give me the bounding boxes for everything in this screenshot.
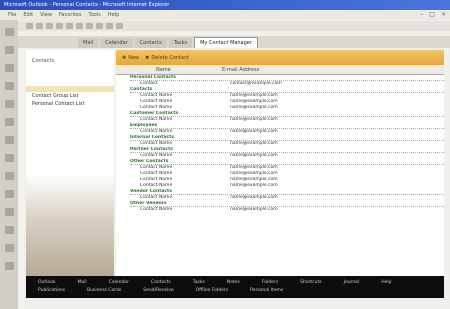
drafts-icon[interactable] bbox=[4, 172, 14, 180]
shortcuts-icon[interactable] bbox=[4, 244, 14, 252]
bottom-nav-item[interactable]: Business Cards bbox=[87, 287, 121, 295]
group-name: Customer Contacts bbox=[130, 111, 179, 116]
tab-my-contact-manager[interactable]: My Contact Manager bbox=[194, 37, 258, 48]
contact-rows: Personal Contacts Contact contact@example.… bbox=[116, 75, 444, 213]
sidebar-header: Contacts bbox=[32, 58, 55, 64]
contacts-action-bar: ✚ New ✖ Delete Contact bbox=[116, 50, 444, 65]
back-icon[interactable] bbox=[26, 23, 33, 29]
bottom-nav-item[interactable]: Calendar bbox=[109, 279, 129, 287]
window-titlebar: Microsoft Outlook - Personal Contacts - … bbox=[0, 0, 450, 10]
delete-contact-button[interactable]: ✖ Delete Contact bbox=[145, 55, 189, 61]
tasks-icon[interactable] bbox=[4, 100, 14, 108]
outbox-icon[interactable] bbox=[4, 190, 14, 198]
close-icon[interactable]: × bbox=[441, 11, 446, 18]
journal-icon[interactable] bbox=[4, 154, 14, 162]
bottom-nav-item[interactable]: Notes bbox=[227, 279, 240, 287]
history-icon[interactable] bbox=[96, 23, 103, 29]
left-icon-strip bbox=[0, 20, 18, 309]
menu-item-help[interactable]: Help bbox=[108, 12, 119, 18]
tab-calendar[interactable]: Calendar bbox=[100, 38, 133, 48]
sidebar-item-contact-group-list[interactable]: Contact Group List bbox=[26, 92, 114, 100]
contact-email: name@example.com bbox=[230, 117, 278, 122]
delete-label: Delete Contact bbox=[151, 54, 189, 61]
tab-contacts[interactable]: Contacts bbox=[134, 38, 167, 48]
other-shortcuts-icon[interactable] bbox=[4, 262, 14, 270]
search-icon[interactable] bbox=[76, 23, 83, 29]
new-icon: ✚ bbox=[122, 54, 127, 61]
delete-icon: ✖ bbox=[145, 54, 150, 61]
bottom-nav-item[interactable]: Outlook bbox=[38, 279, 56, 287]
bottom-navigation-bar: Outlook Mail Calendar Contacts Tasks Notes Fol… bbox=[26, 276, 444, 298]
folder-list-icon[interactable] bbox=[4, 226, 14, 234]
inbox-icon[interactable] bbox=[4, 46, 14, 54]
stop-icon[interactable] bbox=[46, 23, 53, 29]
group-name: Vendor Contacts bbox=[130, 189, 172, 194]
contact-email: name@example.com bbox=[230, 153, 278, 158]
bottom-nav-item[interactable]: Personal Items bbox=[250, 287, 283, 295]
outlook-today-icon[interactable] bbox=[4, 28, 14, 36]
group-name: Other Contacts bbox=[130, 159, 169, 164]
bottom-nav-item[interactable]: Journal bbox=[344, 279, 360, 287]
contact-email: contact@example.com bbox=[230, 81, 282, 86]
menu-item-favorites[interactable]: Favorites bbox=[59, 12, 82, 18]
menu-item-view[interactable]: View bbox=[40, 12, 52, 18]
contact-email: name@example.com bbox=[230, 195, 278, 200]
sidebar-item-personal-contact-list[interactable]: Personal Contact List bbox=[26, 100, 114, 108]
menu-bar: File Edit View Favorites Tools Help bbox=[0, 10, 450, 20]
contact-email: name@example.com bbox=[230, 183, 278, 188]
contacts-icon[interactable] bbox=[4, 82, 14, 90]
window-title: Microsoft Outlook - Personal Contacts - … bbox=[4, 2, 170, 8]
group-name: Partner Contacts bbox=[130, 147, 173, 152]
contacts-list-pane: ✚ New ✖ Delete Contact Name E-mail Addre… bbox=[116, 50, 444, 276]
group-name: Personal Contacts bbox=[130, 75, 176, 80]
bottom-nav-item[interactable]: Publications bbox=[38, 287, 65, 295]
bottom-nav-item[interactable]: Offline Folders bbox=[196, 287, 228, 295]
print-icon[interactable] bbox=[116, 23, 123, 29]
bottom-nav-item[interactable]: Send/Receive bbox=[143, 287, 173, 295]
tab-mail[interactable]: Mail bbox=[78, 38, 99, 48]
group-name: Employees bbox=[130, 123, 158, 128]
calendar-icon[interactable] bbox=[4, 64, 14, 72]
favorites-icon[interactable] bbox=[86, 23, 93, 29]
group-name: Other Vendors bbox=[130, 201, 167, 206]
forward-icon[interactable] bbox=[36, 23, 43, 29]
bottom-nav-row-2: Publications Business Cards Send/Receive Of… bbox=[38, 287, 432, 295]
group-name: Contacts bbox=[130, 87, 153, 92]
notes-icon[interactable] bbox=[4, 118, 14, 126]
bottom-nav-item[interactable]: Contacts bbox=[151, 279, 171, 287]
contact-name: Contact Name bbox=[140, 207, 173, 212]
contact-email: name@example.com bbox=[230, 129, 278, 134]
bottom-nav-row-1: Outlook Mail Calendar Contacts Tasks Notes Fol… bbox=[38, 279, 432, 287]
mail-icon[interactable] bbox=[106, 23, 113, 29]
tab-tasks[interactable]: Tasks bbox=[168, 38, 193, 48]
bottom-nav-item[interactable]: Tasks bbox=[193, 279, 205, 287]
contact-email: name@example.com bbox=[230, 207, 278, 212]
new-contact-button[interactable]: ✚ New bbox=[122, 55, 139, 61]
minimize-icon[interactable]: – bbox=[420, 11, 423, 18]
contact-email: name@example.com bbox=[230, 105, 278, 110]
group-name: Internal Contacts bbox=[130, 135, 174, 140]
bottom-nav-item[interactable]: Shortcuts bbox=[300, 279, 322, 287]
refresh-icon[interactable] bbox=[56, 23, 63, 29]
deleted-items-icon[interactable] bbox=[4, 136, 14, 144]
menu-item-file[interactable]: File bbox=[8, 12, 16, 18]
menu-item-edit[interactable]: Edit bbox=[23, 12, 33, 18]
home-icon[interactable] bbox=[66, 23, 73, 29]
new-label: New bbox=[128, 54, 140, 61]
contact-row[interactable]: Contact Name name@example.com bbox=[130, 207, 444, 213]
contacts-sidebar: Contacts Contact Group List Personal Con… bbox=[26, 50, 114, 276]
sent-items-icon[interactable] bbox=[4, 208, 14, 216]
maximize-icon[interactable]: □ bbox=[429, 11, 435, 18]
column-header-row: Name E-mail Address bbox=[116, 65, 444, 75]
column-header-email[interactable]: E-mail Address bbox=[216, 65, 265, 74]
column-header-name[interactable]: Name bbox=[116, 65, 216, 74]
tab-bar: Mail Calendar Contacts Tasks My Contact … bbox=[18, 36, 450, 48]
contact-email: name@example.com bbox=[230, 141, 278, 146]
bottom-nav-item[interactable]: Folders bbox=[262, 279, 278, 287]
menu-item-tools[interactable]: Tools bbox=[89, 12, 101, 18]
bottom-nav-item[interactable]: Mail bbox=[78, 279, 87, 287]
window-controls: – □ × bbox=[420, 11, 446, 18]
bottom-nav-item[interactable]: Help bbox=[381, 279, 391, 287]
browser-toolbar bbox=[18, 21, 450, 31]
